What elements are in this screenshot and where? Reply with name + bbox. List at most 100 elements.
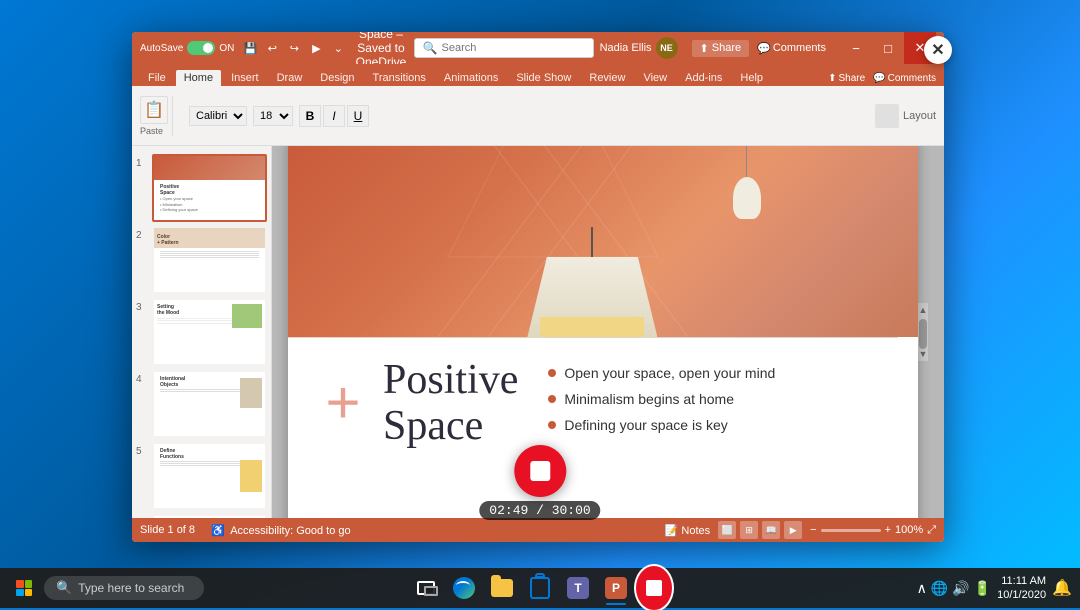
slide-thumb-3[interactable]: Settingthe Mood [152, 298, 267, 366]
title-bar-icons: 💾 ↩ ↪ ▶ ⌄ [240, 38, 348, 58]
edge-button[interactable] [446, 570, 482, 606]
search-input[interactable] [442, 42, 562, 54]
font-family-select[interactable]: Calibri [189, 106, 247, 126]
scroll-thumb[interactable] [919, 319, 927, 349]
task-view-icon [417, 581, 435, 595]
powerpoint-taskbar-button[interactable]: P [598, 570, 634, 606]
record-taskbar-button[interactable] [636, 570, 672, 606]
tab-review[interactable]: Review [581, 70, 633, 86]
autosave-toggle[interactable] [187, 41, 215, 55]
underline-button[interactable]: U [347, 105, 369, 127]
fit-icon[interactable]: ⤢ [927, 524, 936, 537]
notes-icon: 📝 [665, 525, 679, 537]
tab-insert[interactable]: Insert [223, 70, 267, 86]
slide-thumb-2[interactable]: Color+ Pattern [152, 226, 267, 294]
record-stop-button[interactable] [514, 445, 566, 497]
tab-transitions[interactable]: Transitions [365, 70, 434, 86]
slide-title-section: Positive Space [318, 357, 518, 449]
tab-view[interactable]: View [635, 70, 675, 86]
tab-design[interactable]: Design [312, 70, 362, 86]
tab-draw[interactable]: Draw [269, 70, 311, 86]
comments-ribbon-icon: 💬 [873, 73, 885, 84]
thumb1-sub: • Open your space• Minimalism• Defining … [157, 196, 262, 213]
slide-item-5[interactable]: 5 DefineFunctions [136, 442, 267, 510]
slide-sorter-icon[interactable]: ⊞ [740, 521, 758, 539]
battery-icon[interactable]: 🔋 [974, 580, 991, 597]
floating-close-button[interactable]: ✕ [924, 36, 952, 64]
start-button[interactable] [8, 572, 40, 604]
redo-icon[interactable]: ↪ [284, 38, 304, 58]
normal-view-icon[interactable]: ⬜ [718, 521, 736, 539]
thumb1-title: PositiveSpace [157, 182, 262, 196]
zoom-slider[interactable] [821, 529, 881, 532]
zoom-minus[interactable]: − [810, 524, 816, 536]
slide-number-2: 2 [136, 230, 148, 241]
taskbar-time[interactable]: 11:11 AM 10/1/2020 [997, 574, 1046, 603]
comments-button[interactable]: 💬 Comments [757, 42, 826, 55]
share-button[interactable]: ⬆ Share [692, 40, 750, 57]
comments-ribbon-label: Comments [888, 73, 936, 84]
font-size-select[interactable]: 18 [253, 106, 293, 126]
notes-label[interactable]: 📝 Notes [665, 524, 711, 537]
folder-icon [491, 579, 513, 597]
taskbar-search-text: Type here to search [78, 581, 184, 595]
user-avatar[interactable]: NE [656, 37, 678, 59]
slide-item-2[interactable]: 2 Color+ Pattern [136, 226, 267, 294]
comments-ribbon-button[interactable]: 💬 Comments [873, 73, 936, 84]
user-name: Nadia Ellis [600, 42, 652, 54]
zoom-level: 100% [895, 524, 923, 536]
scroll-up-arrow[interactable]: ▲ [919, 305, 928, 315]
lamp-shade [527, 257, 657, 337]
zoom-plus[interactable]: + [885, 524, 891, 536]
thumb2-content [154, 248, 265, 261]
share-ribbon-button[interactable]: ⬆ Share [828, 73, 865, 84]
tab-help[interactable]: Help [732, 70, 771, 86]
task-view-button[interactable] [408, 570, 444, 606]
canvas-scrollbar[interactable]: ▲ ▼ [918, 303, 928, 361]
slideshow-icon[interactable]: ▶ [784, 521, 802, 539]
accessibility-text: Accessibility: Good to go [230, 525, 350, 537]
tab-file[interactable]: File [140, 70, 174, 86]
more-icon[interactable]: ⌄ [328, 38, 348, 58]
tab-addins[interactable]: Add-ins [677, 70, 730, 86]
tab-slideshow[interactable]: Slide Show [508, 70, 579, 86]
maximize-button[interactable]: □ [872, 32, 904, 64]
undo-icon[interactable]: ↩ [262, 38, 282, 58]
clock-time: 11:11 AM [1001, 574, 1046, 588]
teams-button[interactable]: T [560, 570, 596, 606]
search-bar[interactable]: 🔍 [414, 38, 594, 58]
slide-thumb-4[interactable]: IntentionalObjects [152, 370, 267, 438]
user-section: Nadia Ellis NE [600, 37, 678, 59]
minimize-button[interactable]: − [840, 32, 872, 64]
explorer-button[interactable] [484, 570, 520, 606]
italic-button[interactable]: I [323, 105, 345, 127]
scroll-down-arrow[interactable]: ▼ [919, 349, 928, 359]
chevron-up-icon[interactable]: ∧ [917, 580, 927, 597]
tab-home[interactable]: Home [176, 70, 221, 86]
slide-canvas: Positive Space Open your space, open you… [288, 146, 918, 518]
save-icon[interactable]: 💾 [240, 38, 260, 58]
slide-item-1[interactable]: 1 PositiveSpace • Open your space• Minim… [136, 154, 267, 222]
slide-item-3[interactable]: 3 Settingthe Mood [136, 298, 267, 366]
store-button[interactable] [522, 570, 558, 606]
thumb5-title: DefineFunctions [157, 446, 262, 460]
slide-thumb-1[interactable]: PositiveSpace • Open your space• Minimal… [152, 154, 267, 222]
store-handle [535, 573, 545, 578]
format-group: Calibri 18 B I U [189, 105, 859, 127]
network-icon[interactable]: 🌐 [931, 580, 948, 597]
edge-icon [453, 577, 475, 599]
new-slide-button[interactable] [875, 104, 899, 128]
view-icons: ⬜ ⊞ 📖 ▶ [718, 521, 802, 539]
slide-info: Slide 1 of 8 [140, 524, 195, 536]
notification-bell-icon[interactable]: 🔔 [1052, 578, 1072, 598]
volume-icon[interactable]: 🔊 [952, 580, 969, 597]
slide-thumb-5[interactable]: DefineFunctions [152, 442, 267, 510]
reading-view-icon[interactable]: 📖 [762, 521, 780, 539]
paste-button[interactable]: 📋 Paste [140, 96, 168, 136]
bold-button[interactable]: B [299, 105, 321, 127]
search-icon: 🔍 [423, 41, 438, 55]
tab-animations[interactable]: Animations [436, 70, 506, 86]
taskbar-search[interactable]: 🔍 Type here to search [44, 576, 204, 600]
present-icon[interactable]: ▶ [306, 38, 326, 58]
slide-item-4[interactable]: 4 IntentionalObjects [136, 370, 267, 438]
